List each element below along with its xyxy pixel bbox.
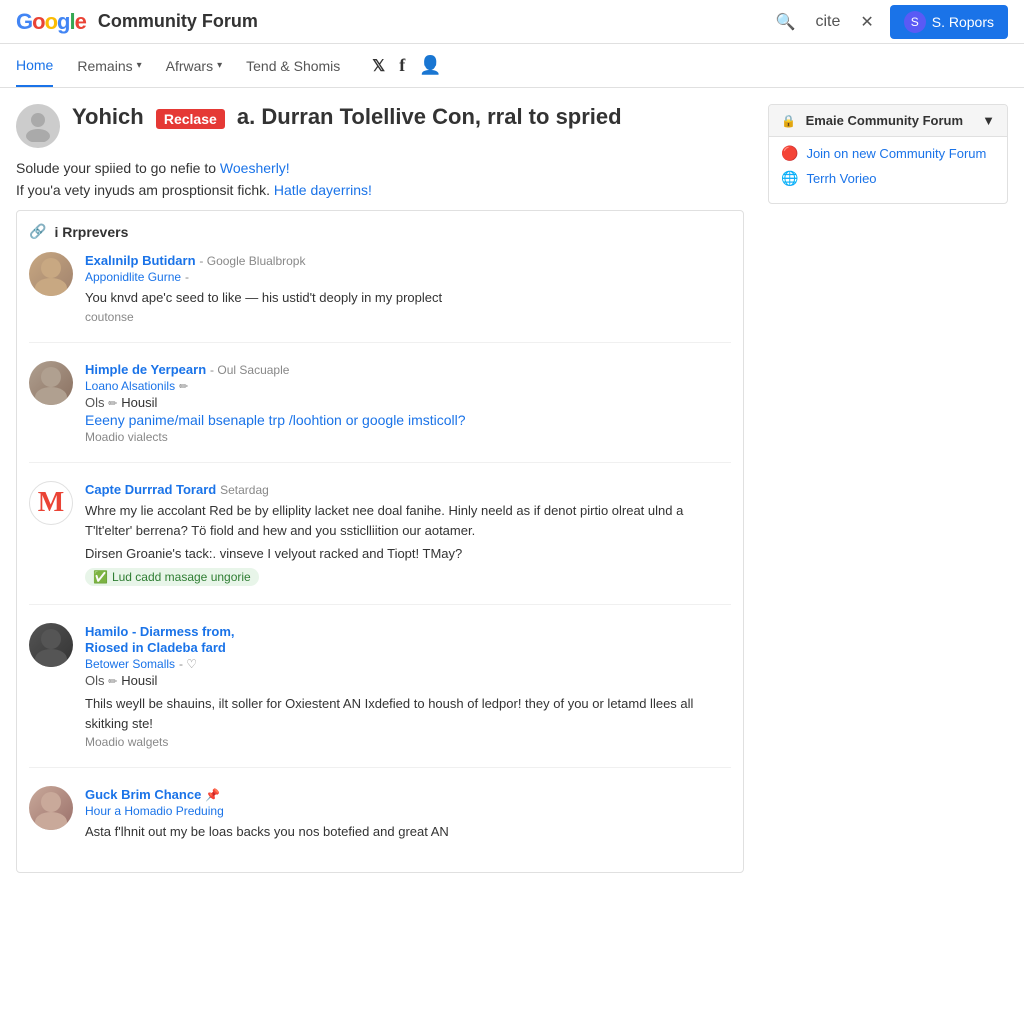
post-body: Hamilo - Diarmess from, Riosed in Cladeb… [85,623,731,750]
sidebar-link-item[interactable]: 🌐 Terrh Vorieo [781,170,995,187]
woesherly-link[interactable]: Woesherly! [220,160,290,176]
post-body: Himple de Yerpearn - Oul Sacuaple Loano … [85,361,731,445]
posts-header-label: i Rrprevers [54,224,128,240]
post-sub-label: Loano Alsationils [85,379,175,393]
list-item: Guck Brim Chance 📌 Hour a Homadio Predui… [29,786,731,860]
sidebar: 🔒 Emaie Community Forum ▼ 🔴 Join on new … [768,104,1008,873]
main-content: Yohich Reclase a. Durran Tolellive Con, … [16,104,744,873]
chevron-down-icon[interactable]: ▼ [982,113,995,128]
twitter-icon[interactable]: 𝕏 [372,56,385,76]
post-author[interactable]: Exalınilp Butidarn [85,253,196,268]
google-logo: Google [16,9,86,35]
post-text: Thils weyll be shauins, ilt soller for O… [85,694,731,733]
page-title: Yohich Reclase a. Durran Tolellive Con, … [72,104,622,130]
post-body: Capte Durrrad Torard Setardag Whre my li… [85,481,731,586]
avatar [16,104,60,148]
avatar [29,252,73,296]
lock-icon: 🔒 [781,114,796,128]
edit-icon: ✏ [108,676,117,688]
post-action[interactable]: coutonse [85,310,134,324]
site-title: Community Forum [98,11,258,32]
post-body: Guck Brim Chance 📌 Hour a Homadio Predui… [85,786,731,842]
avatar: S [904,11,926,33]
nav-item-home[interactable]: Home [16,45,53,87]
post-author[interactable]: Hamilo - Diarmess from, [85,624,235,639]
list-item: Himple de Yerpearn - Oul Sacuaple Loano … [29,361,731,464]
user-icon[interactable]: 👤 [419,55,441,76]
post-author[interactable]: Himple de Yerpearn [85,362,206,377]
top-bar-left: Google Community Forum [16,9,258,35]
post-link[interactable]: Eeeny panime/mail bsenaple trp /loohtion… [85,412,466,428]
chevron-down-icon: ▾ [137,60,142,71]
globe-icon: 🌐 [781,170,798,187]
page-header: Yohich Reclase a. Durran Tolellive Con, … [16,104,744,148]
hatle-link[interactable]: Hatle dayerrins! [274,182,372,198]
navigation-bar: Home Remains ▾ Afrwars ▾ Tend & Shomis 𝕏… [0,44,1024,88]
sidebar-box: 🔒 Emaie Community Forum ▼ 🔴 Join on new … [768,104,1008,204]
facebook-icon[interactable]: f [399,55,405,76]
post-author[interactable]: Guck Brim Chance [85,787,201,802]
page-description-1: Solude your spiied to go nefie to Woeshe… [16,160,744,176]
post-author[interactable]: Capte Durrrad Torard [85,482,216,497]
user-account-button[interactable]: S S. Ropors [890,5,1008,39]
nav-item-afrwars[interactable]: Afrwars ▾ [166,46,222,86]
list-item: Exalınilp Butidarn - Google Blualbropk A… [29,252,731,343]
list-item: M Capte Durrrad Torard Setardag Whre my … [29,481,731,605]
post-text-2: Dirsen Groanie's tack:. vinseve I velyou… [85,544,731,564]
post-body: Exalınilp Butidarn - Google Blualbropk A… [85,252,731,324]
sidebar-box-title: Emaie Community Forum [806,113,963,128]
avatar [29,623,73,667]
join-forum-link[interactable]: Join on new Community Forum [806,146,986,161]
post-sub-label: Betower Somalls [85,657,175,671]
posts-header: 🔗 i Rrprevers [29,223,731,240]
post-sub-label: Hour a Homadio Preduing [85,804,224,818]
post-action[interactable]: Moadio walgets [85,735,168,749]
main-layout: Yohich Reclase a. Durran Tolellive Con, … [0,88,1024,889]
post-text: You knvd ape'c seed to like — his ustid'… [85,288,731,308]
post-action[interactable]: Moadio vialects [85,430,168,444]
highlight-badge: Reclase [156,109,225,129]
posts-header-icon: 🔗 [29,223,46,240]
avatar [29,786,73,830]
post-sub-label: Apponidlite Gurne [85,270,181,284]
page-title-block: Yohich Reclase a. Durran Tolellive Con, … [72,104,622,130]
top-bar-right: 🔍 cite ✕ S S. Ropors [772,5,1008,39]
edit-icon: ✏ [108,398,117,410]
close-button[interactable]: ✕ [856,8,877,36]
terrh-vorieo-link[interactable]: Terrh Vorieo [806,171,876,186]
join-icon: 🔴 [781,145,798,162]
sidebar-links: 🔴 Join on new Community Forum 🌐 Terrh Vo… [769,137,1007,203]
top-bar: Google Community Forum 🔍 cite ✕ S S. Rop… [0,0,1024,44]
nav-item-tend[interactable]: Tend & Shomis [246,46,340,86]
chevron-down-icon: ▾ [217,60,222,71]
post-author-2[interactable]: Riosed in Cladeba fard [85,640,226,655]
sidebar-box-header: 🔒 Emaie Community Forum ▼ [769,105,1007,137]
user-name: S. Ropors [932,14,994,30]
verified-badge: ✅ Lud cadd masage ungorie [85,568,259,586]
search-button[interactable]: 🔍 [772,8,800,36]
post-text: Asta f'lhnit out my be loas backs you no… [85,822,731,842]
gmail-avatar: M [29,481,73,525]
social-icons: 𝕏 f 👤 [372,55,441,76]
cite-button[interactable]: cite [811,9,844,35]
nav-item-remains[interactable]: Remains ▾ [77,46,141,86]
edit-icon: ✏ [179,381,188,393]
avatar [29,361,73,405]
posts-section: 🔗 i Rrprevers Exalınilp Butidarn - Googl… [16,210,744,873]
page-description-2: If you'a vety inyuds am prosptionsit fic… [16,182,744,198]
check-icon: ✅ [93,570,108,584]
post-text: Whre my lie accolant Red be by elliplity… [85,501,731,540]
list-item: Hamilo - Diarmess from, Riosed in Cladeb… [29,623,731,769]
sidebar-link-item[interactable]: 🔴 Join on new Community Forum [781,145,995,162]
